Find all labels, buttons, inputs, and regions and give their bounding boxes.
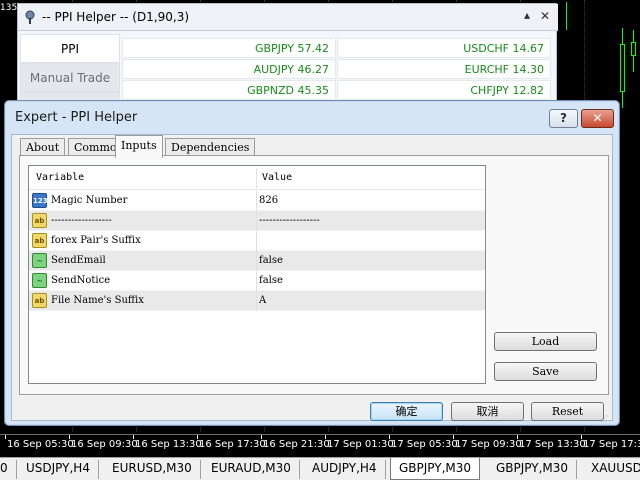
time-tick (133, 435, 134, 439)
time-axis-label: 16 Sep 17:30 (199, 439, 266, 450)
rate-cell[interactable]: USDCHF 14.67 (337, 38, 551, 58)
input-row[interactable]: ~ SendEmail false (29, 251, 485, 271)
input-row[interactable]: ~ SendNotice false (29, 271, 485, 291)
rate-cell[interactable]: CHFJPY 12.82 (337, 80, 551, 100)
bool-type-icon: ~ (32, 273, 47, 288)
chart-tab[interactable]: EURUSD,M30 (104, 460, 201, 479)
time-axis-label: 16 Sep 13:30 (135, 439, 202, 450)
cell-separator (256, 191, 257, 211)
integer-type-icon: 123 (32, 193, 48, 208)
time-axis-label: 17 Sep 01:30 (327, 439, 394, 450)
reset-button[interactable]: Reset (531, 402, 604, 421)
input-value[interactable]: false (259, 255, 283, 266)
input-variable: forex Pair's Suffix (51, 235, 141, 246)
panel-close-icon[interactable]: ✕ (540, 9, 550, 23)
side-button-ppi[interactable]: PPI (20, 34, 120, 63)
time-tick (197, 435, 198, 439)
bool-type-icon: ~ (32, 253, 47, 268)
input-variable: File Name's Suffix (51, 295, 144, 306)
input-value[interactable]: ------------------ (259, 215, 320, 226)
rate-row: GBPNZD 45.35 CHFJPY 12.82 (122, 80, 552, 100)
rate-cell[interactable]: GBPNZD 45.35 (122, 80, 336, 100)
price-scale-label: 135 (0, 3, 18, 13)
grid-header: Variable Value (29, 166, 485, 190)
column-separator (256, 168, 257, 188)
input-value[interactable]: false (259, 275, 283, 286)
input-variable: Magic Number (51, 195, 128, 206)
chart-symbol-tabs: 0 USDJPY,H4 EURUSD,M30 EURAUD,M30 AUDJPY… (0, 457, 640, 480)
dialog-title: Expert - PPI Helper (15, 110, 138, 125)
time-axis-label: 17 Sep 17:30 (583, 439, 640, 450)
panel-titlebar[interactable]: -- PPI Helper -- (D1,90,3) ▴ ✕ (18, 4, 558, 31)
rate-row: GBPJPY 57.42 USDCHF 14.67 (122, 38, 552, 58)
terminal-window: 135 -- PPI Helper -- (D1,90,3) ▴ ✕ PPI M… (0, 0, 640, 480)
time-axis-label: 16 Sep 21:30 (263, 439, 330, 450)
time-axis-label: 16 Sep 09:30 (71, 439, 138, 450)
candle-body (620, 44, 625, 92)
side-button-manual-trade[interactable]: Manual Trade (20, 63, 120, 92)
time-tick (581, 435, 582, 439)
cell-separator (256, 211, 257, 231)
chart-tab[interactable]: XAUUSD (583, 460, 640, 479)
chart-tab[interactable]: GBPJPY,M30 (488, 460, 578, 479)
input-row[interactable]: 123 Magic Number 826 (29, 191, 485, 211)
input-value[interactable]: A (259, 295, 266, 306)
string-type-icon: ab (32, 293, 47, 308)
time-tick (325, 435, 326, 439)
input-row[interactable]: ab File Name's Suffix A (29, 291, 485, 311)
time-axis-label: 17 Sep 13:30 (519, 439, 586, 450)
rate-cell[interactable]: GBPJPY 57.42 (122, 38, 336, 58)
column-header-variable[interactable]: Variable (36, 172, 84, 183)
time-axis-label: 17 Sep 09:30 (455, 439, 522, 450)
cell-separator (256, 291, 257, 311)
time-tick (261, 435, 262, 439)
chart-tab[interactable]: USDJPY,H4 (18, 460, 99, 479)
time-axis-label: 16 Sep 05:30 (7, 439, 74, 450)
candle-wick (566, 2, 567, 30)
input-variable: ------------------ (51, 215, 112, 226)
cell-separator (256, 251, 257, 271)
time-axis-label: 17 Sep 05:30 (391, 439, 458, 450)
resize-grip-icon[interactable]: ⋰ (600, 414, 610, 424)
dialog-close-button[interactable]: ✕ (581, 109, 614, 128)
time-tick (389, 435, 390, 439)
input-row[interactable]: ab forex Pair's Suffix (29, 231, 485, 251)
input-variable: SendEmail (51, 255, 106, 266)
pin-icon (25, 10, 35, 24)
save-button[interactable]: Save (494, 362, 597, 381)
candle-body (631, 42, 636, 56)
time-tick (517, 435, 518, 439)
panel-title: -- PPI Helper -- (D1,90,3) (42, 10, 190, 24)
ppi-helper-panel: -- PPI Helper -- (D1,90,3) ▴ ✕ PPI Manua… (17, 3, 558, 121)
string-type-icon: ab (32, 233, 47, 248)
rate-cell[interactable]: AUDJPY 46.27 (122, 59, 336, 79)
tab-inputs[interactable]: Inputs (115, 135, 163, 158)
chart-tab[interactable]: EURAUD,M30 (203, 460, 300, 479)
inputs-grid: Variable Value 123 Magic Number 826 ab -… (28, 165, 486, 384)
time-axis: 16 Sep 05:30 16 Sep 09:30 16 Sep 13:30 1… (0, 434, 640, 456)
ok-button[interactable]: 确定 (370, 402, 443, 421)
cell-separator (256, 271, 257, 291)
time-tick (453, 435, 454, 439)
rate-row: AUDJPY 46.27 EURCHF 14.30 (122, 59, 552, 79)
input-value[interactable]: 826 (259, 195, 278, 206)
chart-tab[interactable]: AUDJPY,H4 (304, 460, 386, 479)
help-button[interactable]: ? (549, 109, 578, 128)
cancel-button[interactable]: 取消 (451, 402, 524, 421)
string-type-icon: ab (32, 213, 47, 228)
column-header-value[interactable]: Value (262, 172, 292, 183)
chart-tab[interactable]: 0 (0, 460, 17, 479)
input-variable: SendNotice (51, 275, 111, 286)
load-button[interactable]: Load (494, 332, 597, 351)
cell-separator (256, 231, 257, 251)
rate-cell[interactable]: EURCHF 14.30 (337, 59, 551, 79)
chart-tab-active[interactable]: GBPJPY,M30 (390, 458, 481, 480)
time-tick (69, 435, 70, 439)
minimize-icon[interactable]: ▴ (524, 8, 530, 22)
time-tick (5, 435, 6, 439)
input-row[interactable]: ab ------------------ ------------------ (29, 211, 485, 231)
